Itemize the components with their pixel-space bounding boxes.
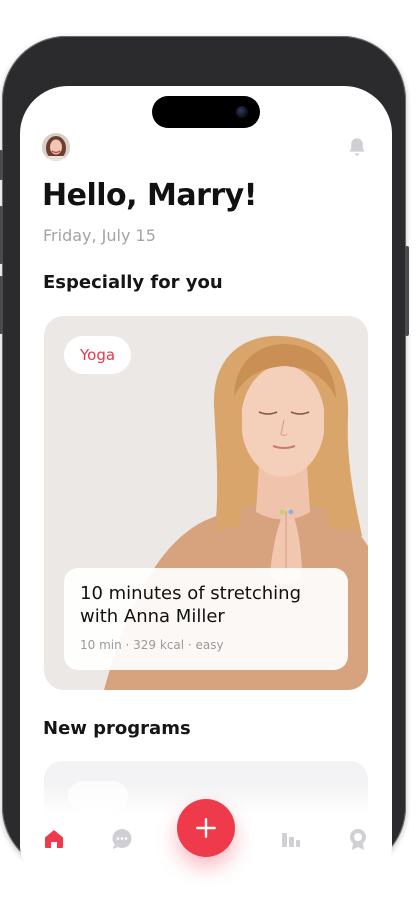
app-screen: Hello, Marry! Friday, July 15 Especially… xyxy=(20,86,392,892)
greeting-title: Hello, Marry! xyxy=(42,178,257,213)
avatar-image xyxy=(42,133,70,161)
new-programs-title: New programs xyxy=(43,718,191,739)
add-button[interactable] xyxy=(177,799,235,857)
category-tag[interactable]: Yoga xyxy=(64,336,132,374)
volume-down-button xyxy=(0,276,3,334)
stats-icon[interactable] xyxy=(279,827,303,851)
workout-title: 10 minutes of stretching with Anna Mille… xyxy=(80,583,301,627)
add-icon xyxy=(196,818,216,838)
side-button xyxy=(0,150,3,180)
avatar[interactable] xyxy=(42,133,70,161)
power-button xyxy=(405,246,409,336)
camera-icon xyxy=(236,106,248,118)
chat-icon[interactable] xyxy=(110,827,134,851)
notifications-icon[interactable] xyxy=(346,136,368,158)
bottom-navigation xyxy=(20,783,392,892)
card-info-panel: 10 minutes of stretching with Anna Mille… xyxy=(64,568,348,670)
featured-section-title: Especially for you xyxy=(43,272,223,293)
current-date: Friday, July 15 xyxy=(43,226,156,245)
volume-up-button xyxy=(0,206,3,264)
featured-workout-card[interactable]: Yoga 10 minutes of stretching with Anna … xyxy=(44,316,368,690)
workout-meta: 10 min · 329 kcal · easy xyxy=(80,638,224,652)
phone-frame: Hello, Marry! Friday, July 15 Especially… xyxy=(0,36,409,892)
home-icon[interactable] xyxy=(42,827,66,851)
award-icon[interactable] xyxy=(346,827,370,851)
dynamic-island xyxy=(152,96,260,128)
